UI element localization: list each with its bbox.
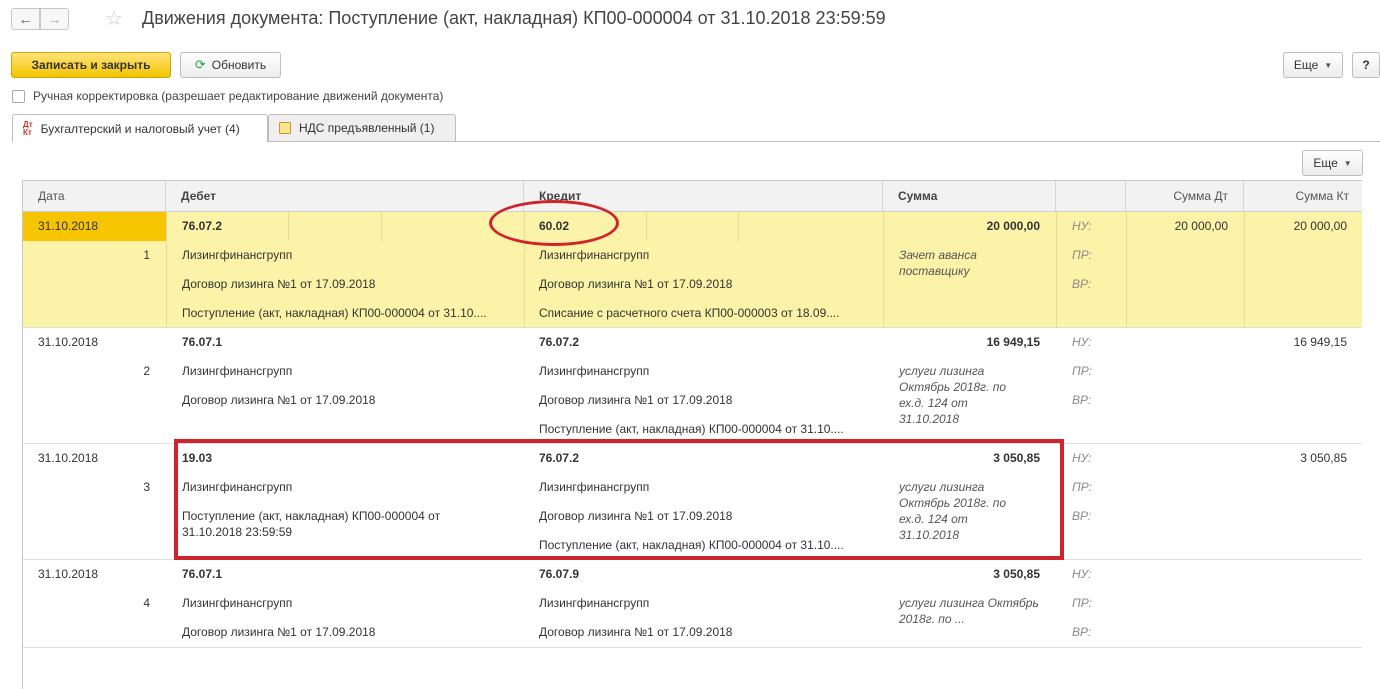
credit-subconto-1: Лизингфинансгрупп bbox=[539, 248, 650, 262]
col-date[interactable]: Дата bbox=[23, 181, 166, 212]
debit-account: 19.03 bbox=[182, 451, 213, 465]
manual-correction-row[interactable]: Ручная корректировка (разрешает редактир… bbox=[12, 89, 443, 103]
credit-account: 76.07.2 bbox=[539, 335, 580, 349]
debit-account: 76.07.1 bbox=[182, 567, 223, 581]
dt-kt-icon: Дт Кт bbox=[23, 119, 33, 137]
row-date: 31.10.2018 bbox=[38, 451, 99, 465]
pr-label: ПР: bbox=[1072, 248, 1092, 262]
credit-subconto-2: Договор лизинга №1 от 17.09.2018 bbox=[539, 393, 733, 407]
pr-label: ПР: bbox=[1072, 596, 1092, 610]
table-more-button[interactable]: Еще ▼ bbox=[1302, 150, 1363, 176]
vr-label: ВР: bbox=[1072, 625, 1092, 639]
tab-accounting[interactable]: Дт Кт Бухгалтерский и налоговый учет (4) bbox=[12, 114, 268, 142]
debit-subconto-2: Договор лизинга №1 от 17.09.2018 bbox=[182, 625, 376, 639]
credit-account: 76.07.9 bbox=[539, 567, 580, 581]
row-number: 4 bbox=[143, 596, 150, 610]
col-amount-kt[interactable]: Сумма Кт bbox=[1244, 181, 1362, 212]
tab-vat-label: НДС предъявленный (1) bbox=[299, 121, 435, 135]
credit-subconto-2: Договор лизинга №1 от 17.09.2018 bbox=[539, 625, 733, 639]
debit-subconto-1: Лизингфинансгрупп bbox=[182, 596, 293, 610]
row-number: 3 bbox=[143, 480, 150, 494]
table-row[interactable]: 31.10.2018 4 76.07.1 Лизингфинансгрупп Д… bbox=[23, 560, 1362, 648]
credit-subconto-1: Лизингфинансгрупп bbox=[539, 596, 650, 610]
entry-content: услуги лизинга Октябрь 2018г. по ех.д. 1… bbox=[899, 364, 1007, 426]
refresh-label: Обновить bbox=[211, 58, 267, 72]
debit-subconto-1: Лизингфинансгрупп bbox=[182, 248, 293, 262]
window-title: Движения документа: Поступление (акт, на… bbox=[142, 8, 886, 28]
movements-table[interactable]: Дата Дебет Кредит Сумма Сумма Дт Сумма К… bbox=[22, 180, 1363, 689]
row-number: 2 bbox=[143, 364, 150, 378]
credit-subconto-2: Договор лизинга №1 от 17.09.2018 bbox=[539, 277, 733, 291]
amount-kt-value: 3 050,85 bbox=[1300, 451, 1347, 465]
refresh-button[interactable]: ⟳ Обновить bbox=[180, 52, 281, 78]
amount-value: 20 000,00 bbox=[986, 219, 1040, 233]
credit-subconto-2: Договор лизинга №1 от 17.09.2018 bbox=[539, 509, 733, 523]
nu-label: НУ: bbox=[1072, 219, 1092, 233]
forward-button[interactable]: → bbox=[40, 8, 69, 30]
credit-subconto-3: Поступление (акт, накладная) КП00-000004… bbox=[539, 422, 844, 436]
amount-kt-value: 16 949,15 bbox=[1293, 335, 1347, 349]
manual-correction-checkbox[interactable] bbox=[12, 89, 25, 103]
favorite-star-icon[interactable]: ☆ bbox=[105, 6, 123, 31]
table-row[interactable]: 31.10.2018 2 76.07.1 Лизингфинансгрупп Д… bbox=[23, 328, 1362, 444]
debit-subconto-3: Поступление (акт, накладная) КП00-000004… bbox=[182, 306, 487, 320]
amount-kt-value: 20 000,00 bbox=[1293, 219, 1347, 233]
chevron-down-icon: ▼ bbox=[1324, 60, 1333, 70]
debit-subconto-1: Лизингфинансгрупп bbox=[182, 364, 293, 378]
col-amount[interactable]: Сумма bbox=[883, 181, 1056, 212]
arrow-left-icon: ← bbox=[18, 11, 33, 27]
row-date: 31.10.2018 bbox=[38, 219, 99, 233]
table-row[interactable]: 31.10.2018 3 19.03 Лизингфинансгрупп Пос… bbox=[23, 444, 1362, 560]
arrow-right-icon: → bbox=[47, 11, 62, 27]
col-amount-dt[interactable]: Сумма Дт bbox=[1126, 181, 1244, 212]
credit-account: 76.07.2 bbox=[539, 451, 580, 465]
manual-correction-label: Ручная корректировка (разрешает редактир… bbox=[33, 89, 444, 103]
tab-vat[interactable]: НДС предъявленный (1) bbox=[268, 114, 456, 141]
table-row[interactable]: 31.10.2018 1 76.07.2 Лизингфинансгрупп Д… bbox=[23, 212, 1362, 328]
tab-accounting-label: Бухгалтерский и налоговый учет (4) bbox=[40, 121, 240, 136]
col-accounting-type[interactable] bbox=[1056, 181, 1126, 212]
vr-label: ВР: bbox=[1072, 509, 1092, 523]
table-header: Дата Дебет Кредит Сумма Сумма Дт Сумма К… bbox=[23, 181, 1362, 212]
credit-subconto-1: Лизингфинансгрупп bbox=[539, 480, 650, 494]
credit-subconto-1: Лизингфинансгрупп bbox=[539, 364, 650, 378]
debit-subconto-2: Договор лизинга №1 от 17.09.2018 bbox=[182, 277, 376, 291]
row-number: 1 bbox=[143, 248, 150, 262]
save-and-close-button[interactable]: Записать и закрыть bbox=[11, 52, 171, 78]
more-menu-button[interactable]: Еще ▼ bbox=[1283, 52, 1343, 78]
amount-value: 3 050,85 bbox=[993, 451, 1040, 465]
debit-subconto-1: Лизингфинансгрупп bbox=[182, 480, 293, 494]
pr-label: ПР: bbox=[1072, 364, 1092, 378]
table-more-label: Еще bbox=[1313, 156, 1338, 170]
help-button[interactable]: ? bbox=[1352, 52, 1380, 78]
back-button[interactable]: ← bbox=[11, 8, 40, 30]
credit-subconto-3: Списание с расчетного счета КП00-000003 … bbox=[539, 306, 840, 320]
nu-label: НУ: bbox=[1072, 567, 1092, 581]
credit-account: 60.02 bbox=[539, 219, 570, 233]
debit-account: 76.07.2 bbox=[182, 219, 223, 233]
entry-content: Зачет аванса поставщику bbox=[899, 248, 977, 278]
row-date: 31.10.2018 bbox=[38, 335, 99, 349]
amount-dt-value: 20 000,00 bbox=[1174, 219, 1228, 233]
entry-content: услуги лизинга Октябрь 2018г. по ... bbox=[899, 596, 1039, 626]
debit-account: 76.07.1 bbox=[182, 335, 223, 349]
debit-subconto-2: Договор лизинга №1 от 17.09.2018 bbox=[182, 393, 376, 407]
nu-label: НУ: bbox=[1072, 335, 1092, 349]
amount-value: 16 949,15 bbox=[986, 335, 1040, 349]
col-debit[interactable]: Дебет bbox=[166, 181, 524, 212]
refresh-icon: ⟳ bbox=[194, 57, 206, 72]
pr-label: ПР: bbox=[1072, 480, 1092, 494]
vr-label: ВР: bbox=[1072, 393, 1092, 407]
row-date: 31.10.2018 bbox=[38, 567, 99, 581]
credit-subconto-3: Поступление (акт, накладная) КП00-000004… bbox=[539, 538, 844, 552]
chevron-down-icon: ▼ bbox=[1343, 158, 1352, 168]
vr-label: ВР: bbox=[1072, 277, 1092, 291]
nu-label: НУ: bbox=[1072, 451, 1092, 465]
debit-subconto-2: Поступление (акт, накладная) КП00-000004… bbox=[182, 509, 441, 539]
register-icon bbox=[279, 122, 291, 134]
entry-content: услуги лизинга Октябрь 2018г. по ех.д. 1… bbox=[899, 480, 1007, 542]
col-credit[interactable]: Кредит bbox=[524, 181, 883, 212]
more-label: Еще bbox=[1293, 58, 1319, 72]
amount-value: 3 050,85 bbox=[993, 567, 1040, 581]
